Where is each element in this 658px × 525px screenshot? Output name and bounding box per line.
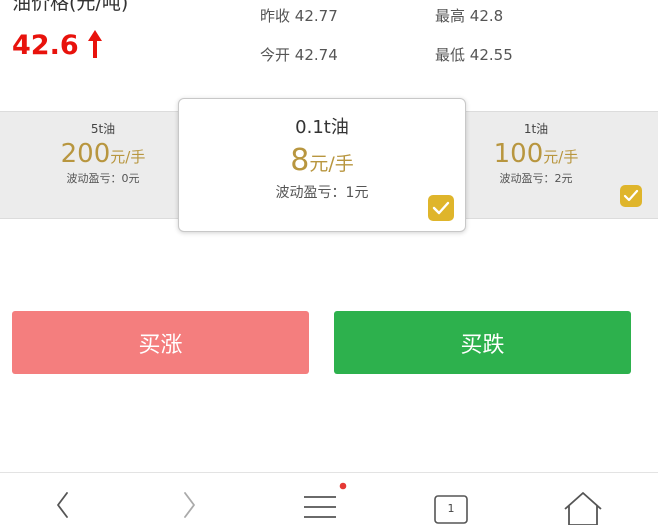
up-arrow-icon (88, 30, 102, 58)
tab-count: 1 (447, 502, 455, 515)
buy-up-button[interactable]: 买涨 (12, 311, 309, 374)
product-card-1t[interactable]: 1t油 100元/手 波动盈亏：2元 (456, 112, 616, 186)
product-fluctuation: 波动盈亏：0元 (66, 172, 140, 185)
check-icon (620, 185, 642, 207)
browser-nav-bar: 1 (0, 472, 658, 525)
prev-close-label: 昨收 (260, 7, 291, 25)
product-price-unit: 元/手 (110, 148, 146, 166)
home-button[interactable] (553, 473, 613, 525)
high-stat: 最高 42.8 (435, 5, 503, 26)
tabs-button[interactable]: 1 (420, 473, 480, 525)
prev-close-stat: 昨收 42.77 (260, 5, 338, 26)
prev-close-value: 42.77 (294, 7, 338, 25)
product-fluctuation: 波动盈亏：2元 (499, 172, 573, 185)
product-name: 5t油 (90, 122, 116, 136)
buy-down-button[interactable]: 买跌 (334, 311, 631, 374)
product-price-value: 100 (493, 139, 544, 169)
menu-icon (304, 482, 347, 518)
product-card-0-1t[interactable]: 0.1t油 8元/手 波动盈亏：1元 (178, 98, 466, 232)
open-stat: 今开 42.74 (260, 44, 338, 65)
low-label: 最低 (435, 46, 466, 64)
high-label: 最高 (435, 7, 466, 25)
product-price: 8元/手 (179, 143, 465, 178)
product-price-unit: 元/手 (543, 148, 579, 166)
product-fluctuation: 波动盈亏：1元 (275, 185, 369, 201)
low-stat: 最低 42.55 (435, 44, 513, 65)
home-icon (564, 492, 602, 525)
tabs-icon (434, 495, 468, 524)
high-value: 42.8 (469, 7, 504, 25)
product-name: 0.1t油 (295, 117, 349, 138)
back-icon (57, 492, 68, 518)
product-price-value: 8 (290, 143, 310, 178)
notification-dot-icon (339, 482, 347, 490)
product-price-unit: 元/手 (309, 153, 354, 175)
open-label: 今开 (260, 46, 291, 64)
forward-icon (184, 492, 195, 518)
forward-button[interactable] (160, 473, 220, 525)
price-value: 42.6 (12, 30, 79, 61)
back-button[interactable] (30, 473, 90, 525)
low-value: 42.55 (469, 46, 513, 64)
product-price: 100元/手 (456, 139, 616, 169)
product-card-5t[interactable]: 5t油 200元/手 波动盈亏：0元 (18, 112, 188, 186)
product-price-value: 200 (60, 139, 111, 169)
product-name: 1t油 (523, 122, 549, 136)
price-label: 油价格(元/吨) (12, 0, 129, 14)
product-price: 200元/手 (18, 139, 188, 169)
open-value: 42.74 (294, 46, 338, 64)
check-icon (428, 195, 454, 221)
menu-button[interactable] (290, 473, 350, 525)
